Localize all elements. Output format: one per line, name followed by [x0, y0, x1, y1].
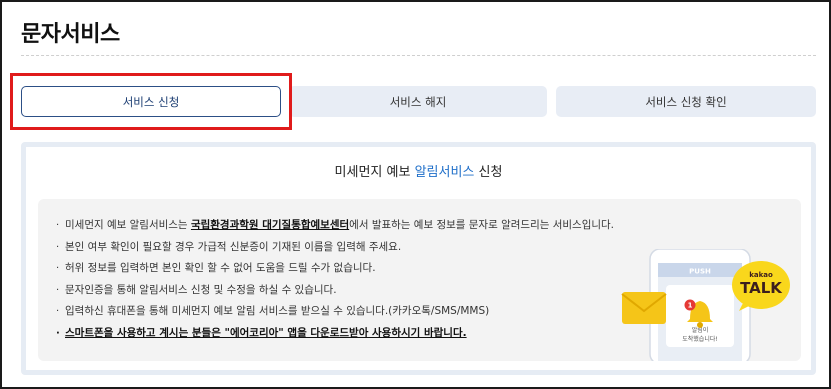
list-item-text: 문자인증을 통해 알림서비스 신청 및 수정을 하실 수 있습니다.: [65, 283, 337, 296]
list-item-text: 미세먼지 예보 알림서비스는: [65, 219, 191, 231]
panel-heading: 미세먼지 예보 알림서비스 신청: [26, 161, 811, 180]
list-item-text: 입력하신 휴대폰을 통해 미세먼지 예보 알림 서비스를 받으실 수 있습니다.…: [65, 305, 490, 317]
list-item: · 문자인증을 통해 알림서비스 신청 및 수정을 하실 수 있습니다.: [56, 280, 614, 302]
tab-service-cancel[interactable]: 서비스 해지: [289, 86, 547, 117]
list-item-text: 본인 여부 확인이 필요할 경우 가급적 신분증이 기재된 이름을 입력해 주세…: [65, 240, 402, 253]
info-list: · 미세먼지 예보 알림서비스는 국립환경과학원 대기질통합예보센터에서 발표하…: [56, 215, 614, 344]
list-item-text: 에서 발표하는 예보 정보를 문자로 알려드리는 서비스입니다.: [349, 219, 615, 231]
bullet-icon: ·: [56, 263, 60, 274]
list-item-text: 스마트폰을 사용하고 계시는 분들은 "에어코리아" 앱을 다운로드받아 사용하…: [65, 326, 467, 339]
notification-badge-count: 1: [688, 302, 693, 310]
list-item: · 스마트폰을 사용하고 계시는 분들은 "에어코리아" 앱을 다운로드받아 사…: [56, 323, 614, 345]
envelope-icon: [621, 292, 667, 324]
notification-illustration: PUSH 알림이 도착했습니다! 1 kakao TALK: [621, 249, 790, 361]
phone-header-text: PUSH: [689, 268, 711, 276]
bullet-icon: ·: [56, 306, 60, 317]
bullet-icon: ·: [56, 220, 60, 231]
list-item: · 입력하신 휴대폰을 통해 미세먼지 예보 알림 서비스를 받으실 수 있습니…: [56, 301, 614, 323]
kakao-talk-text: TALK: [740, 279, 783, 297]
page-title: 문자서비스: [21, 22, 120, 47]
bullet-icon: ·: [56, 284, 60, 296]
list-item-text: 허위 정보를 입력하면 본인 확인 할 수 없어 도움을 드릴 수가 없습니다.: [65, 262, 376, 274]
window-frame: 문자서비스 서비스 신청 서비스 해지 서비스 신청 확인 미세먼지 예보 알림…: [0, 0, 831, 389]
forecast-center-link[interactable]: 국립환경과학원 대기질통합예보센터: [191, 219, 349, 231]
list-item: · 허위 정보를 입력하면 본인 확인 할 수 없어 도움을 드릴 수가 없습니…: [56, 258, 614, 280]
panel-heading-prefix: 미세먼지 예보: [334, 165, 415, 180]
kakao-small-text: kakao: [749, 271, 773, 279]
list-item: · 본인 여부 확인이 필요할 경우 가급적 신분증이 기재된 이름을 입력해 …: [56, 237, 614, 259]
content-panel: 미세먼지 예보 알림서비스 신청 · 미세먼지 예보 알림서비스는 국립환경과학…: [21, 142, 816, 375]
title-divider: [21, 55, 816, 56]
panel-heading-accent: 알림서비스: [414, 165, 475, 180]
info-box: · 미세먼지 예보 알림서비스는 국립환경과학원 대기질통합예보센터에서 발표하…: [38, 199, 801, 361]
highlight-annotation-box: [10, 73, 292, 130]
bullet-icon: ·: [56, 327, 60, 339]
tab-service-check[interactable]: 서비스 신청 확인: [556, 86, 816, 117]
phone-message-line2: 도착했습니다!: [682, 335, 718, 343]
list-item: · 미세먼지 예보 알림서비스는 국립환경과학원 대기질통합예보센터에서 발표하…: [56, 215, 614, 237]
panel-heading-suffix: 신청: [474, 165, 503, 180]
bullet-icon: ·: [56, 241, 60, 253]
